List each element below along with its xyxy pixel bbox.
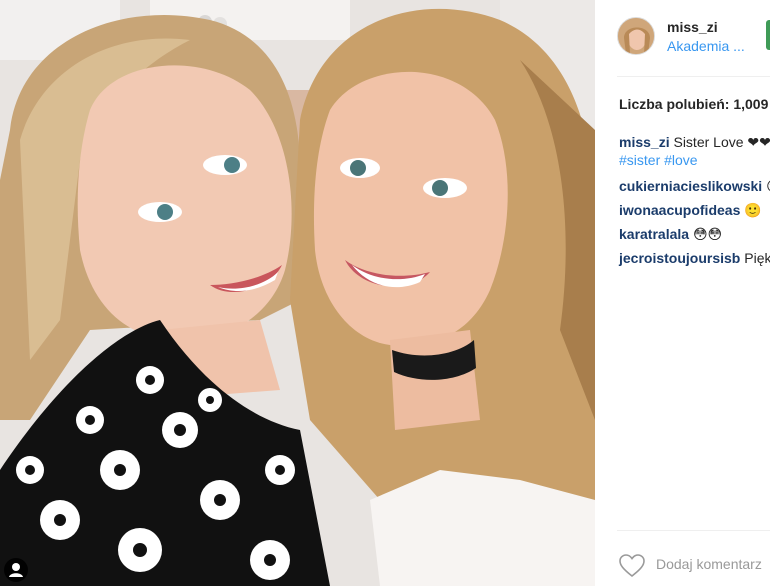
photo-illustration	[0, 0, 595, 586]
comment-author[interactable]: iwonaacupofideas	[619, 202, 740, 218]
avatar[interactable]	[617, 17, 655, 55]
comment-item: cukierniacieslikowski 😊	[619, 177, 770, 195]
post-author-username[interactable]: miss_zi	[667, 19, 718, 35]
comment-text: Pięk	[740, 250, 770, 266]
comment-item: jecroistoujoursisb Pięk	[619, 249, 770, 267]
comment-item: karatralala 😳😳	[619, 225, 770, 243]
follow-button[interactable]	[766, 20, 770, 50]
comment-author[interactable]: karatralala	[619, 226, 689, 242]
post-sidebar: miss_zi Akademia ... Liczba polubień: 1,…	[595, 0, 770, 586]
post-location-link[interactable]: Akademia ...	[667, 38, 745, 54]
heart-outline-icon[interactable]	[619, 554, 645, 578]
comments-list: miss_zi Sister Love ❤❤ #sister #love cuk…	[619, 133, 770, 267]
comment-text: 😳😳	[689, 226, 723, 242]
post-actions: Dodaj komentarz	[595, 540, 770, 586]
comment-author[interactable]: jecroistoujoursisb	[619, 250, 740, 266]
likes-count[interactable]: Liczba polubień: 1,009	[619, 96, 768, 112]
comment-text: 🙂	[740, 202, 762, 218]
comment-text: 😊	[762, 178, 770, 194]
add-comment-input[interactable]: Dodaj komentarz	[656, 556, 762, 572]
comment-author[interactable]: cukierniacieslikowski	[619, 178, 762, 194]
post-header: miss_zi Akademia ...	[595, 0, 770, 76]
caption: miss_zi Sister Love ❤❤	[619, 133, 770, 151]
caption-hashtags[interactable]: #sister #love	[619, 151, 770, 169]
caption-text: Sister Love ❤❤	[669, 134, 770, 150]
post-photo[interactable]	[0, 0, 595, 586]
header-divider	[617, 76, 770, 77]
caption-author[interactable]: miss_zi	[619, 134, 670, 150]
footer-divider	[617, 530, 770, 531]
person-tag-icon[interactable]	[4, 558, 28, 582]
comment-item: iwonaacupofideas 🙂	[619, 201, 770, 219]
